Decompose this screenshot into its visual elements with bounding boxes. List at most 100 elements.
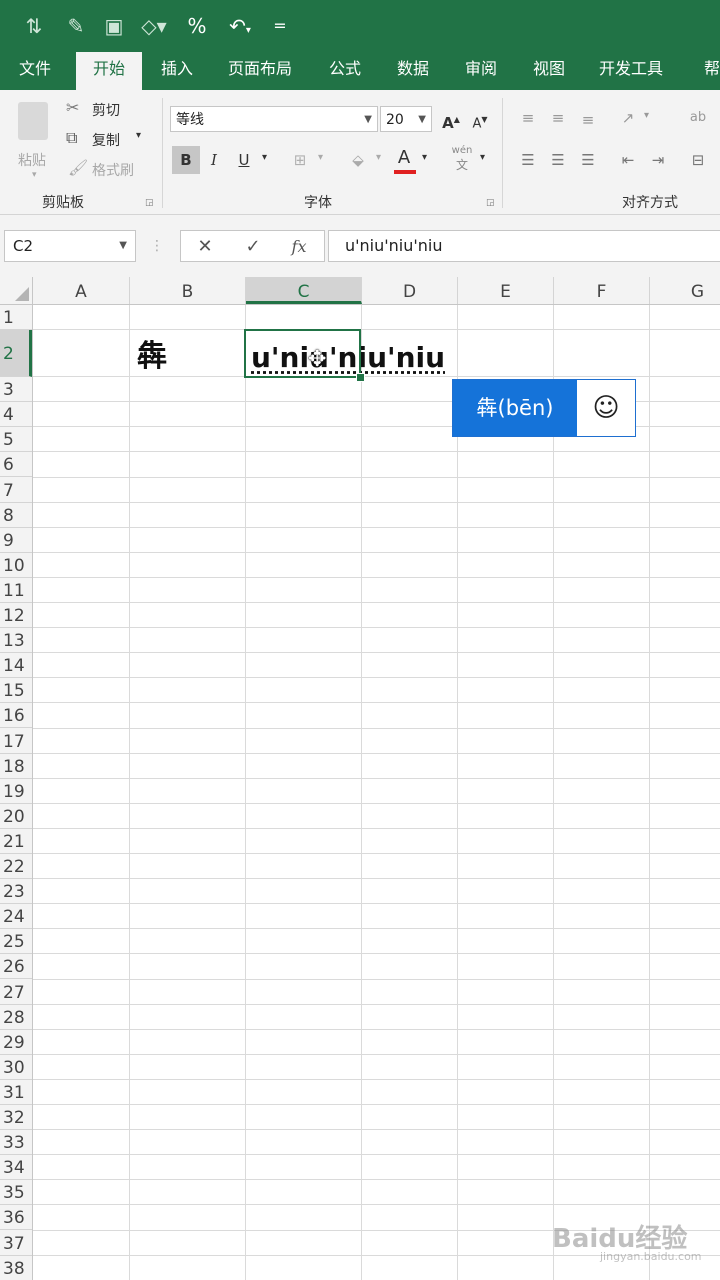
- paste-button[interactable]: 粘贴 ▾: [10, 98, 60, 180]
- row-header[interactable]: 21: [0, 829, 32, 854]
- fill-handle[interactable]: [356, 373, 365, 382]
- fill-color-icon[interactable]: ⬙: [344, 146, 372, 174]
- sort-icon[interactable]: ⇅: [20, 12, 48, 40]
- column-header[interactable]: D: [362, 277, 458, 304]
- dialog-launcher-icon[interactable]: ◲: [145, 198, 154, 208]
- decrease-indent-icon[interactable]: ⇤: [614, 146, 642, 174]
- column-header[interactable]: B: [130, 277, 246, 304]
- name-box[interactable]: C2 ▼: [4, 230, 136, 262]
- row-header-selected[interactable]: 2: [0, 330, 32, 378]
- row-header[interactable]: 27: [0, 980, 32, 1005]
- row-header[interactable]: 20: [0, 804, 32, 829]
- tab-page-layout[interactable]: 页面布局: [220, 52, 300, 90]
- tab-view[interactable]: 视图: [518, 52, 580, 90]
- select-all-button[interactable]: [0, 277, 33, 304]
- wrap-text-icon[interactable]: ab: [684, 104, 712, 132]
- row-header[interactable]: 24: [0, 904, 32, 930]
- cell-area[interactable]: 犇 u'niu'niu'niu ✥: [33, 305, 720, 1280]
- merge-cells-icon[interactable]: ⊟: [684, 146, 712, 174]
- percent-icon[interactable]: %: [183, 12, 211, 40]
- row-header[interactable]: 12: [0, 603, 32, 629]
- column-header[interactable]: A: [33, 277, 130, 304]
- enter-button[interactable]: ✓: [235, 231, 271, 263]
- row-header[interactable]: 33: [0, 1130, 32, 1156]
- row-header[interactable]: 36: [0, 1205, 32, 1231]
- decrease-font-size-button[interactable]: A▼: [466, 106, 494, 134]
- row-header[interactable]: 19: [0, 779, 32, 804]
- row-header[interactable]: 13: [0, 628, 32, 654]
- row-header[interactable]: 23: [0, 879, 32, 905]
- tab-home[interactable]: 开始: [76, 52, 142, 90]
- chevron-down-icon[interactable]: ▾: [422, 152, 427, 163]
- row-header[interactable]: 18: [0, 754, 32, 779]
- row-header[interactable]: 4: [0, 402, 32, 428]
- row-header[interactable]: 38: [0, 1256, 32, 1280]
- align-middle-icon[interactable]: ≡: [544, 104, 572, 132]
- row-header[interactable]: 28: [0, 1005, 32, 1030]
- tab-insert[interactable]: 插入: [146, 52, 208, 90]
- align-left-icon[interactable]: ☰: [514, 146, 542, 174]
- row-header[interactable]: 3: [0, 377, 32, 403]
- cell-b2[interactable]: 犇: [129, 331, 245, 378]
- align-center-icon[interactable]: ☰: [544, 146, 572, 174]
- column-header[interactable]: G: [650, 277, 720, 304]
- chevron-down-icon[interactable]: ▾: [644, 110, 649, 121]
- tab-developer[interactable]: 开发工具: [590, 52, 672, 90]
- shape-icon[interactable]: ◇▾: [136, 12, 172, 40]
- column-header-selected[interactable]: C: [246, 277, 362, 304]
- copy-button[interactable]: ⧉ 复制 ▾: [66, 128, 148, 152]
- column-header[interactable]: E: [458, 277, 554, 304]
- formula-input[interactable]: u'niu'niu'niu: [328, 230, 720, 262]
- row-header[interactable]: 31: [0, 1080, 32, 1105]
- row-header[interactable]: 16: [0, 703, 32, 729]
- borders-icon[interactable]: ⊞: [286, 146, 314, 174]
- row-header[interactable]: 37: [0, 1231, 32, 1256]
- row-header[interactable]: 35: [0, 1180, 32, 1206]
- tab-data[interactable]: 数据: [382, 52, 444, 90]
- cancel-button[interactable]: ✕: [187, 231, 223, 263]
- undo-icon[interactable]: ↶▾: [222, 12, 258, 40]
- underline-button[interactable]: U: [230, 146, 258, 174]
- tab-help[interactable]: 帮助: [690, 52, 720, 90]
- row-header[interactable]: 26: [0, 954, 32, 980]
- row-header[interactable]: 1: [0, 305, 32, 331]
- row-header[interactable]: 14: [0, 653, 32, 679]
- chevron-down-icon[interactable]: ▾: [262, 152, 267, 163]
- row-header[interactable]: 25: [0, 929, 32, 955]
- chevron-down-icon[interactable]: ▾: [318, 152, 323, 163]
- row-header[interactable]: 7: [0, 478, 32, 503]
- align-bottom-icon[interactable]: ≡: [574, 106, 602, 134]
- chevron-down-icon[interactable]: ▾: [376, 152, 381, 163]
- row-header[interactable]: 22: [0, 854, 32, 880]
- tab-formulas[interactable]: 公式: [314, 52, 376, 90]
- row-header[interactable]: 32: [0, 1105, 32, 1131]
- cut-button[interactable]: ✂ 剪切: [66, 98, 136, 122]
- row-header[interactable]: 9: [0, 528, 32, 553]
- tab-file[interactable]: 文件: [4, 52, 66, 90]
- italic-button[interactable]: I: [200, 146, 228, 174]
- row-header[interactable]: 10: [0, 553, 32, 578]
- increase-indent-icon[interactable]: ⇥: [644, 146, 672, 174]
- row-header[interactable]: 6: [0, 452, 32, 478]
- row-header[interactable]: 30: [0, 1055, 32, 1080]
- orientation-icon[interactable]: ↗: [614, 104, 642, 132]
- font-size-select[interactable]: 20 ▼: [380, 106, 432, 132]
- font-name-select[interactable]: 等线 ▼: [170, 106, 378, 132]
- row-header[interactable]: 29: [0, 1030, 32, 1055]
- dialog-launcher-icon[interactable]: ◲: [486, 198, 495, 208]
- paste-special-icon[interactable]: ▣: [100, 12, 128, 40]
- row-header[interactable]: 5: [0, 427, 32, 453]
- row-header[interactable]: 34: [0, 1155, 32, 1181]
- chevron-down-icon[interactable]: ▾: [480, 152, 485, 163]
- bold-button[interactable]: B: [172, 146, 200, 174]
- format-painter-icon[interactable]: ✎: [62, 12, 90, 40]
- phonetic-guide-button[interactable]: wén 文: [448, 144, 476, 172]
- ime-candidate-1[interactable]: 犇(bēn): [453, 380, 577, 436]
- increase-font-size-button[interactable]: A▲: [437, 106, 465, 134]
- format-painter-button[interactable]: 🖌 格式刷: [66, 158, 146, 182]
- column-header[interactable]: F: [554, 277, 650, 304]
- row-header[interactable]: 17: [0, 729, 32, 754]
- splitter-icon[interactable]: ⋮: [150, 230, 164, 262]
- row-header[interactable]: 15: [0, 678, 32, 704]
- row-header[interactable]: 8: [0, 503, 32, 528]
